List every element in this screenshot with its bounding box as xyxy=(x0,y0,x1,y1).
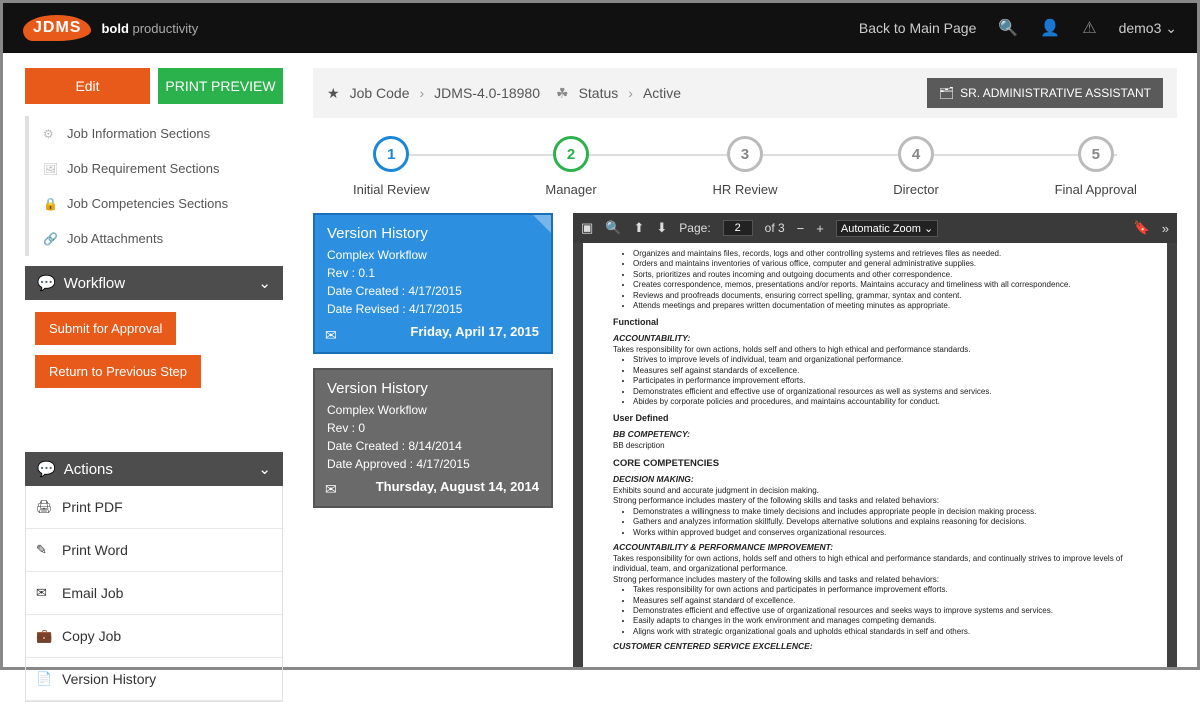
user-icon[interactable]: 👤 xyxy=(1040,18,1060,38)
workflow-stepper: 1Initial Review 2Manager 3HR Review 4Dir… xyxy=(313,118,1177,207)
tools-icon[interactable]: » xyxy=(1162,221,1169,236)
badge-icon: 🗂 xyxy=(939,86,954,100)
edit-button[interactable]: Edit xyxy=(25,68,150,104)
version-list: Version History Complex Workflow Rev : 0… xyxy=(313,213,553,667)
chevron-down-icon: ⌄ xyxy=(258,274,271,292)
alert-icon[interactable]: ⚠ xyxy=(1082,18,1096,38)
actions-panel-head[interactable]: 💬 Actions ⌄ xyxy=(25,452,283,486)
step-2[interactable]: 2Manager xyxy=(545,136,596,197)
logo: JDMS xyxy=(23,15,91,41)
zoom-select[interactable]: Automatic Zoom ⌄ xyxy=(836,220,938,237)
page-count: of 3 xyxy=(765,221,785,235)
search-icon[interactable]: 🔍 xyxy=(998,18,1018,38)
job-title-badge: 🗂 SR. ADMINISTRATIVE ASSISTANT xyxy=(927,78,1163,108)
image-icon: 🖼 xyxy=(43,162,57,176)
bc-jobcode-label: Job Code xyxy=(350,85,410,101)
find-icon[interactable]: 🔍 xyxy=(605,220,621,236)
corner-fold-icon xyxy=(533,215,551,233)
pdf-toolbar: ▣ 🔍 ⬆ ⬇ Page: of 3 − + Automatic Zoom ⌄ … xyxy=(573,213,1177,243)
mail-icon[interactable]: ✉ xyxy=(325,327,337,344)
bookmark-icon[interactable]: 🔖 xyxy=(1134,220,1150,236)
workflow-panel-head[interactable]: 💬 Workflow ⌄ xyxy=(25,266,283,300)
version-card-current[interactable]: Version History Complex Workflow Rev : 0… xyxy=(313,213,553,354)
page-label: Page: xyxy=(679,221,710,235)
zoom-in-icon[interactable]: + xyxy=(816,221,824,236)
back-link[interactable]: Back to Main Page xyxy=(859,20,977,36)
action-print-pdf[interactable]: 🖨Print PDF xyxy=(26,486,282,529)
pdf-viewer: ▣ 🔍 ⬆ ⬇ Page: of 3 − + Automatic Zoom ⌄ … xyxy=(573,213,1177,667)
star-icon[interactable]: ★ xyxy=(327,85,340,102)
nav-job-info[interactable]: ⚙Job Information Sections xyxy=(25,116,283,151)
bc-status: Active xyxy=(643,85,681,101)
comment-icon: 💬 xyxy=(37,274,56,292)
leaf-icon: ☘ xyxy=(556,85,569,102)
bc-status-label: Status xyxy=(579,85,619,101)
page-up-icon[interactable]: ⬆ xyxy=(633,220,644,236)
topbar: JDMS bold productivity Back to Main Page… xyxy=(3,3,1197,53)
return-previous-button[interactable]: Return to Previous Step xyxy=(35,355,201,388)
submit-approval-button[interactable]: Submit for Approval xyxy=(35,312,176,345)
lock-icon: 🔒 xyxy=(43,197,57,211)
nav-job-attach[interactable]: 🔗Job Attachments xyxy=(25,221,283,256)
comment-icon: 💬 xyxy=(37,460,56,478)
print-icon: 🖨 xyxy=(36,499,52,515)
main: ★ Job Code › JDMS-4.0-18980 ☘ Status › A… xyxy=(293,53,1197,667)
print-preview-button[interactable]: PRINT PREVIEW xyxy=(158,68,283,104)
file-icon: 📄 xyxy=(36,671,52,687)
link-icon: 🔗 xyxy=(43,232,57,246)
nav-job-req[interactable]: 🖼Job Requirement Sections xyxy=(25,151,283,186)
page-input[interactable] xyxy=(723,220,753,236)
chevron-down-icon: ⌄ xyxy=(258,460,271,478)
sidebar-toggle-icon[interactable]: ▣ xyxy=(581,220,593,236)
pdf-page-content[interactable]: Organizes and maintains files, records, … xyxy=(583,243,1167,667)
page-down-icon[interactable]: ⬇ xyxy=(656,220,667,236)
zoom-out-icon[interactable]: − xyxy=(797,221,805,236)
step-1[interactable]: 1Initial Review xyxy=(353,136,430,197)
mail-icon: ✉ xyxy=(36,585,52,601)
action-print-word[interactable]: ✎Print Word xyxy=(26,529,282,572)
sidebar: Edit PRINT PREVIEW ⚙Job Information Sect… xyxy=(3,53,293,667)
gear-icon: ⚙ xyxy=(43,127,57,141)
user-menu[interactable]: demo3 ⌄ xyxy=(1119,20,1177,37)
action-email-job[interactable]: ✉Email Job xyxy=(26,572,282,615)
version-card-prev[interactable]: Version History Complex Workflow Rev : 0… xyxy=(313,368,553,509)
bc-jobcode[interactable]: JDMS-4.0-18980 xyxy=(434,85,540,101)
step-4[interactable]: 4Director xyxy=(893,136,939,197)
step-5[interactable]: 5Final Approval xyxy=(1055,136,1137,197)
breadcrumb: ★ Job Code › JDMS-4.0-18980 ☘ Status › A… xyxy=(313,68,1177,118)
action-version-history[interactable]: 📄Version History xyxy=(26,658,282,701)
briefcase-icon: 💼 xyxy=(36,628,52,644)
logo-tagline: bold productivity xyxy=(101,21,198,36)
mail-icon[interactable]: ✉ xyxy=(325,481,337,498)
edit-icon: ✎ xyxy=(36,542,52,558)
chevron-down-icon: ⌄ xyxy=(1165,20,1177,36)
action-copy-job[interactable]: 💼Copy Job xyxy=(26,615,282,658)
nav-job-comp[interactable]: 🔒Job Competencies Sections xyxy=(25,186,283,221)
step-3[interactable]: 3HR Review xyxy=(712,136,777,197)
